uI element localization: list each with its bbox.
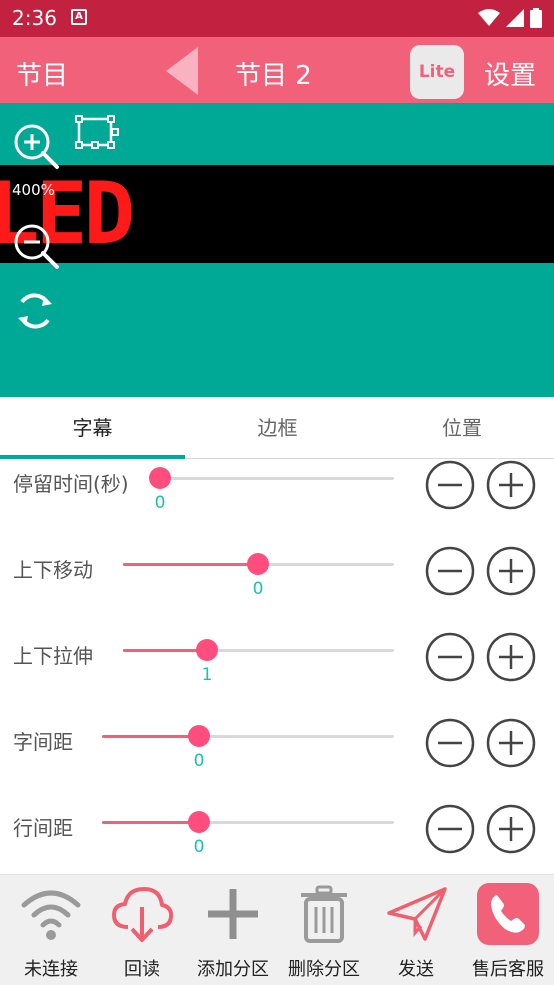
fit-screen-icon[interactable] — [74, 114, 120, 152]
slider-label: 上下拉伸 — [13, 644, 93, 668]
led-preview-screen[interactable]: LED 400% — [0, 165, 554, 263]
minus-button[interactable] — [425, 718, 475, 768]
nav-label: 删除分区 — [288, 959, 360, 980]
nav-add-partition[interactable]: 添加分区 — [187, 875, 279, 985]
slider-track[interactable] — [160, 477, 394, 480]
minus-button[interactable] — [425, 804, 475, 854]
slider-fill — [102, 735, 199, 738]
tab-subtitle[interactable]: 字幕 — [0, 397, 185, 459]
slider-thumb[interactable] — [196, 639, 218, 661]
minus-button[interactable] — [425, 546, 475, 596]
slider-label: 字间距 — [13, 730, 73, 754]
tab-bar: 字幕 边框 位置 — [0, 397, 554, 459]
plus-button[interactable] — [486, 460, 536, 510]
send-icon — [387, 887, 447, 941]
slider-row-dwell-time: 停留时间(秒) 0 — [0, 459, 554, 545]
nav-send[interactable]: 发送 — [370, 875, 462, 985]
wifi-signal-icon — [478, 9, 500, 26]
nav-delete-partition[interactable]: 删除分区 — [278, 875, 370, 985]
nav-label: 回读 — [124, 959, 160, 980]
minus-button[interactable] — [425, 632, 475, 682]
slider-value: 0 — [193, 751, 205, 771]
notification-icon: A — [71, 9, 87, 25]
slider-value: 0 — [154, 493, 166, 513]
wifi-icon — [21, 890, 81, 940]
programs-button[interactable]: 节目 — [16, 55, 68, 92]
slider-track[interactable] — [102, 821, 394, 824]
slider-row-vertical-move: 上下移动 0 — [0, 545, 554, 631]
slider-thumb[interactable] — [188, 725, 210, 747]
slider-row-char-spacing: 字间距 0 — [0, 717, 554, 803]
back-triangle-icon[interactable] — [164, 47, 200, 95]
nav-read-back[interactable]: 回读 — [96, 875, 188, 985]
nav-label: 添加分区 — [197, 959, 269, 980]
slider-track[interactable] — [123, 649, 394, 652]
slider-fill — [123, 563, 258, 566]
zoom-level: 400% — [12, 181, 55, 199]
page-title: 节目 2 — [235, 61, 312, 91]
app-bar: 节目 节目 2 Lite 设置 — [0, 37, 554, 103]
slider-fill — [102, 821, 199, 824]
slider-row-vertical-stretch: 上下拉伸 1 — [0, 631, 554, 717]
nav-not-connected[interactable]: 未连接 — [5, 875, 97, 985]
slider-value: 0 — [252, 579, 264, 599]
slider-value: 0 — [193, 837, 205, 857]
zoom-out-icon[interactable] — [12, 222, 60, 270]
minus-button[interactable] — [425, 460, 475, 510]
slider-label: 行间距 — [13, 816, 73, 840]
slider-track[interactable] — [102, 735, 394, 738]
tab-position[interactable]: 位置 — [370, 397, 554, 459]
cell-signal-icon — [506, 9, 524, 27]
zoom-in-icon[interactable] — [12, 122, 60, 170]
nav-customer-service[interactable]: 售后客服 — [462, 875, 554, 985]
preview-bottom-area — [0, 263, 554, 397]
slider-label: 上下移动 — [13, 558, 93, 582]
status-icons — [478, 8, 542, 28]
lite-button[interactable]: Lite — [410, 45, 464, 99]
slider-label: 停留时间(秒) — [13, 472, 129, 496]
battery-icon — [530, 8, 542, 28]
slider-thumb[interactable] — [149, 467, 171, 489]
trash-icon — [301, 885, 347, 943]
nav-label: 售后客服 — [472, 959, 544, 980]
plus-button[interactable] — [486, 718, 536, 768]
tab-border[interactable]: 边框 — [185, 397, 370, 459]
refresh-icon[interactable] — [14, 290, 56, 332]
plus-button[interactable] — [486, 632, 536, 682]
nav-label: 未连接 — [24, 959, 78, 980]
bottom-nav: 未连接 回读 添加分区 删除分区 发送 售后客服 — [0, 874, 554, 985]
slider-thumb[interactable] — [188, 811, 210, 833]
cloud-download-icon — [112, 887, 174, 942]
nav-label: 发送 — [398, 959, 434, 980]
plus-icon — [208, 889, 258, 939]
settings-button[interactable]: 设置 — [484, 55, 536, 92]
phone-icon — [477, 883, 539, 945]
slider-value: 1 — [201, 665, 213, 685]
slider-thumb[interactable] — [247, 553, 269, 575]
plus-button[interactable] — [486, 546, 536, 596]
status-time: 2:36 — [12, 6, 57, 30]
plus-button[interactable] — [486, 804, 536, 854]
status-bar: 2:36 A — [0, 0, 554, 37]
